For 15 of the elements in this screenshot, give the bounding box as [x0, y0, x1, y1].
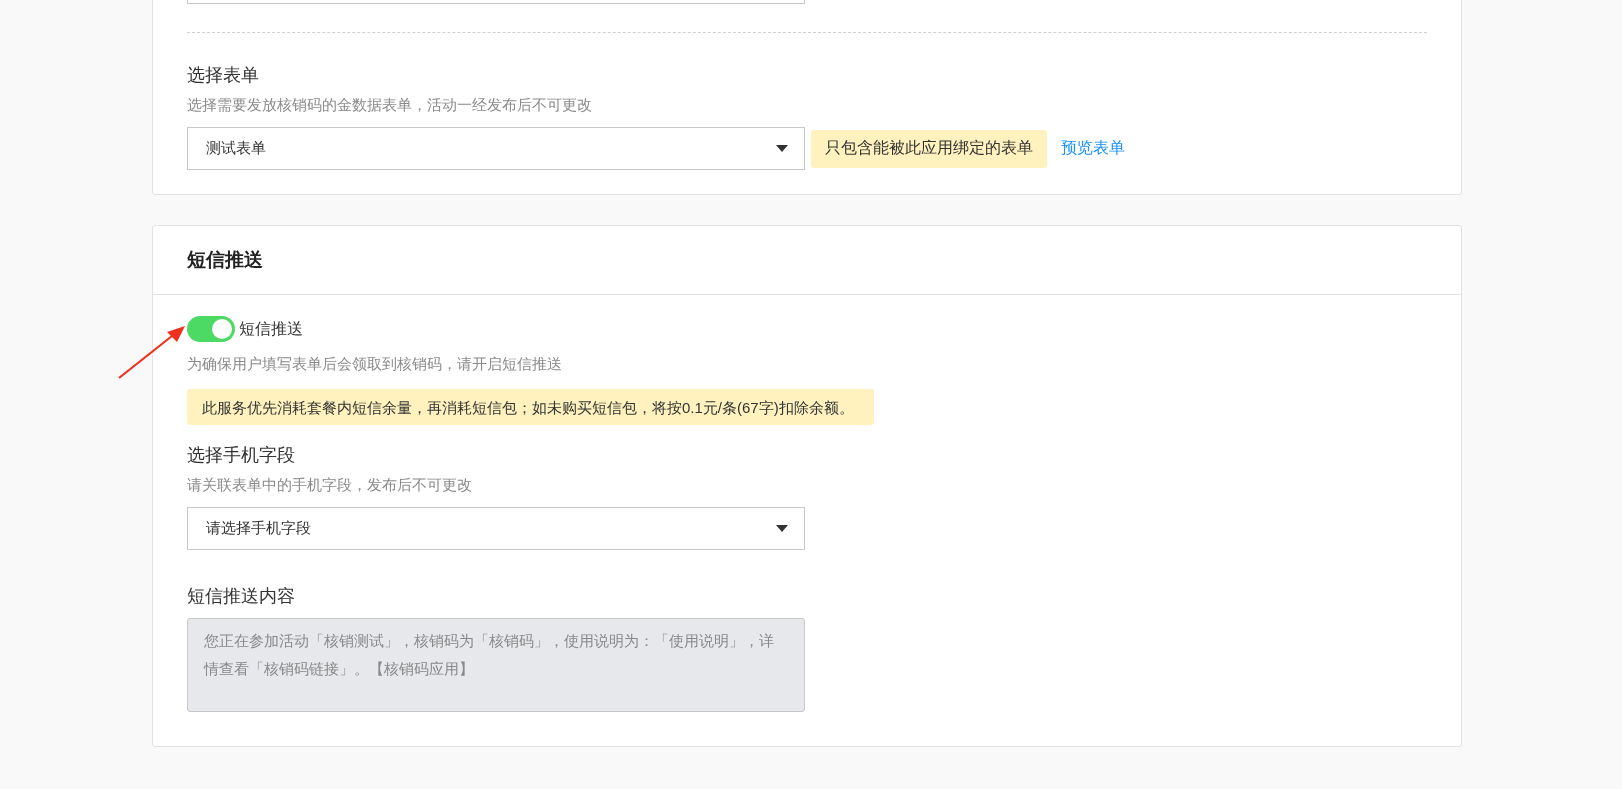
notice-text: 此服务优先消耗套餐内短信余量，再消耗短信包；如未购买短信包，将按0.1元/条(67字)扣除余额。	[187, 389, 874, 425]
toggle-hint: 为确保用户填写表单后会领取到核销码，请开启短信推送	[187, 355, 563, 374]
field-hint: 请关联表单中的手机字段，发布后不可更改	[187, 476, 473, 495]
toggle-switch[interactable]	[187, 316, 235, 342]
field-label: 选择手机字段	[187, 444, 296, 467]
field-hint: 选择需要发放核销码的金数据表单，活动一经发布后不可更改	[187, 96, 593, 115]
field-label: 短信推送内容	[187, 585, 296, 608]
section-title: 短信推送	[187, 248, 263, 272]
tip-text: 只包含能被此应用绑定的表单	[811, 129, 1047, 168]
dropdown-field[interactable]: 测试表单	[187, 127, 805, 170]
toggle-label: 短信推送	[239, 318, 303, 339]
dropdown-field[interactable]: 请选择手机字段	[187, 507, 805, 550]
caret-icon	[776, 145, 788, 152]
field-label: 选择表单	[187, 64, 260, 87]
caret-icon	[776, 525, 788, 532]
